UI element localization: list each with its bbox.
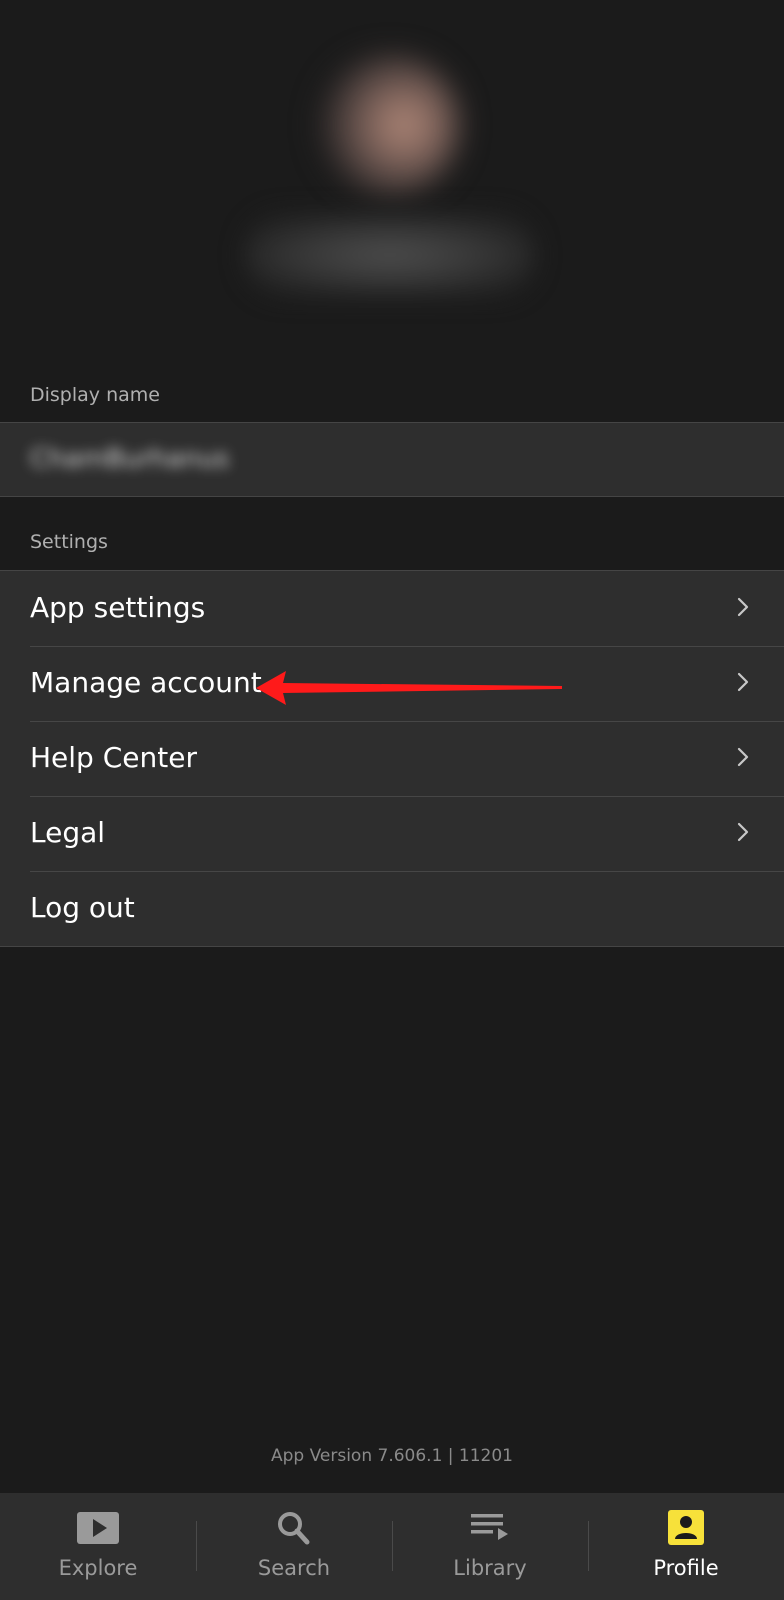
- tab-label: Library: [453, 1556, 527, 1580]
- profile-icon: [668, 1510, 704, 1545]
- chevron-right-icon: [737, 672, 749, 692]
- display-name-label: Display name: [30, 384, 160, 406]
- settings-item-label: Log out: [30, 891, 135, 924]
- tab-label: Profile: [653, 1556, 719, 1580]
- profile-name-blurred: [245, 215, 535, 295]
- bottom-nav: Explore Search Library Profile: [0, 1493, 784, 1600]
- settings-item-label: Manage account: [30, 666, 262, 699]
- tab-profile[interactable]: Profile: [588, 1493, 784, 1600]
- tab-library[interactable]: Library: [392, 1493, 588, 1600]
- settings-item-label: Legal: [30, 816, 106, 849]
- tab-label: Search: [257, 1556, 331, 1580]
- settings-item-log-out[interactable]: Log out: [0, 871, 784, 946]
- library-icon: [471, 1514, 508, 1540]
- chevron-right-icon: [737, 822, 749, 842]
- display-name-value: ChamBurhanus: [30, 444, 230, 474]
- app-version: App Version 7.606.1 | 11201: [270, 1446, 514, 1466]
- settings-item-label: Help Center: [30, 741, 197, 774]
- settings-list: App settings Manage account Help Center …: [0, 570, 784, 947]
- settings-item-app-settings[interactable]: App settings: [0, 571, 784, 646]
- chevron-right-icon: [737, 597, 749, 617]
- tab-search[interactable]: Search: [196, 1493, 392, 1600]
- settings-item-help-center[interactable]: Help Center: [0, 721, 784, 796]
- profile-header: [0, 0, 784, 340]
- play-icon: [77, 1512, 119, 1544]
- tab-explore[interactable]: Explore: [0, 1493, 196, 1600]
- chevron-right-icon: [737, 747, 749, 767]
- settings-section-label: Settings: [30, 531, 108, 553]
- display-name-field[interactable]: ChamBurhanus: [0, 422, 784, 497]
- avatar[interactable]: [320, 55, 460, 195]
- settings-item-legal[interactable]: Legal: [0, 796, 784, 871]
- profile-screen: Display name ChamBurhanus Settings App s…: [0, 0, 784, 1600]
- tab-label: Explore: [58, 1556, 138, 1580]
- annotation-arrow-icon: [256, 671, 562, 705]
- settings-item-label: App settings: [30, 591, 206, 624]
- search-icon: [278, 1512, 310, 1545]
